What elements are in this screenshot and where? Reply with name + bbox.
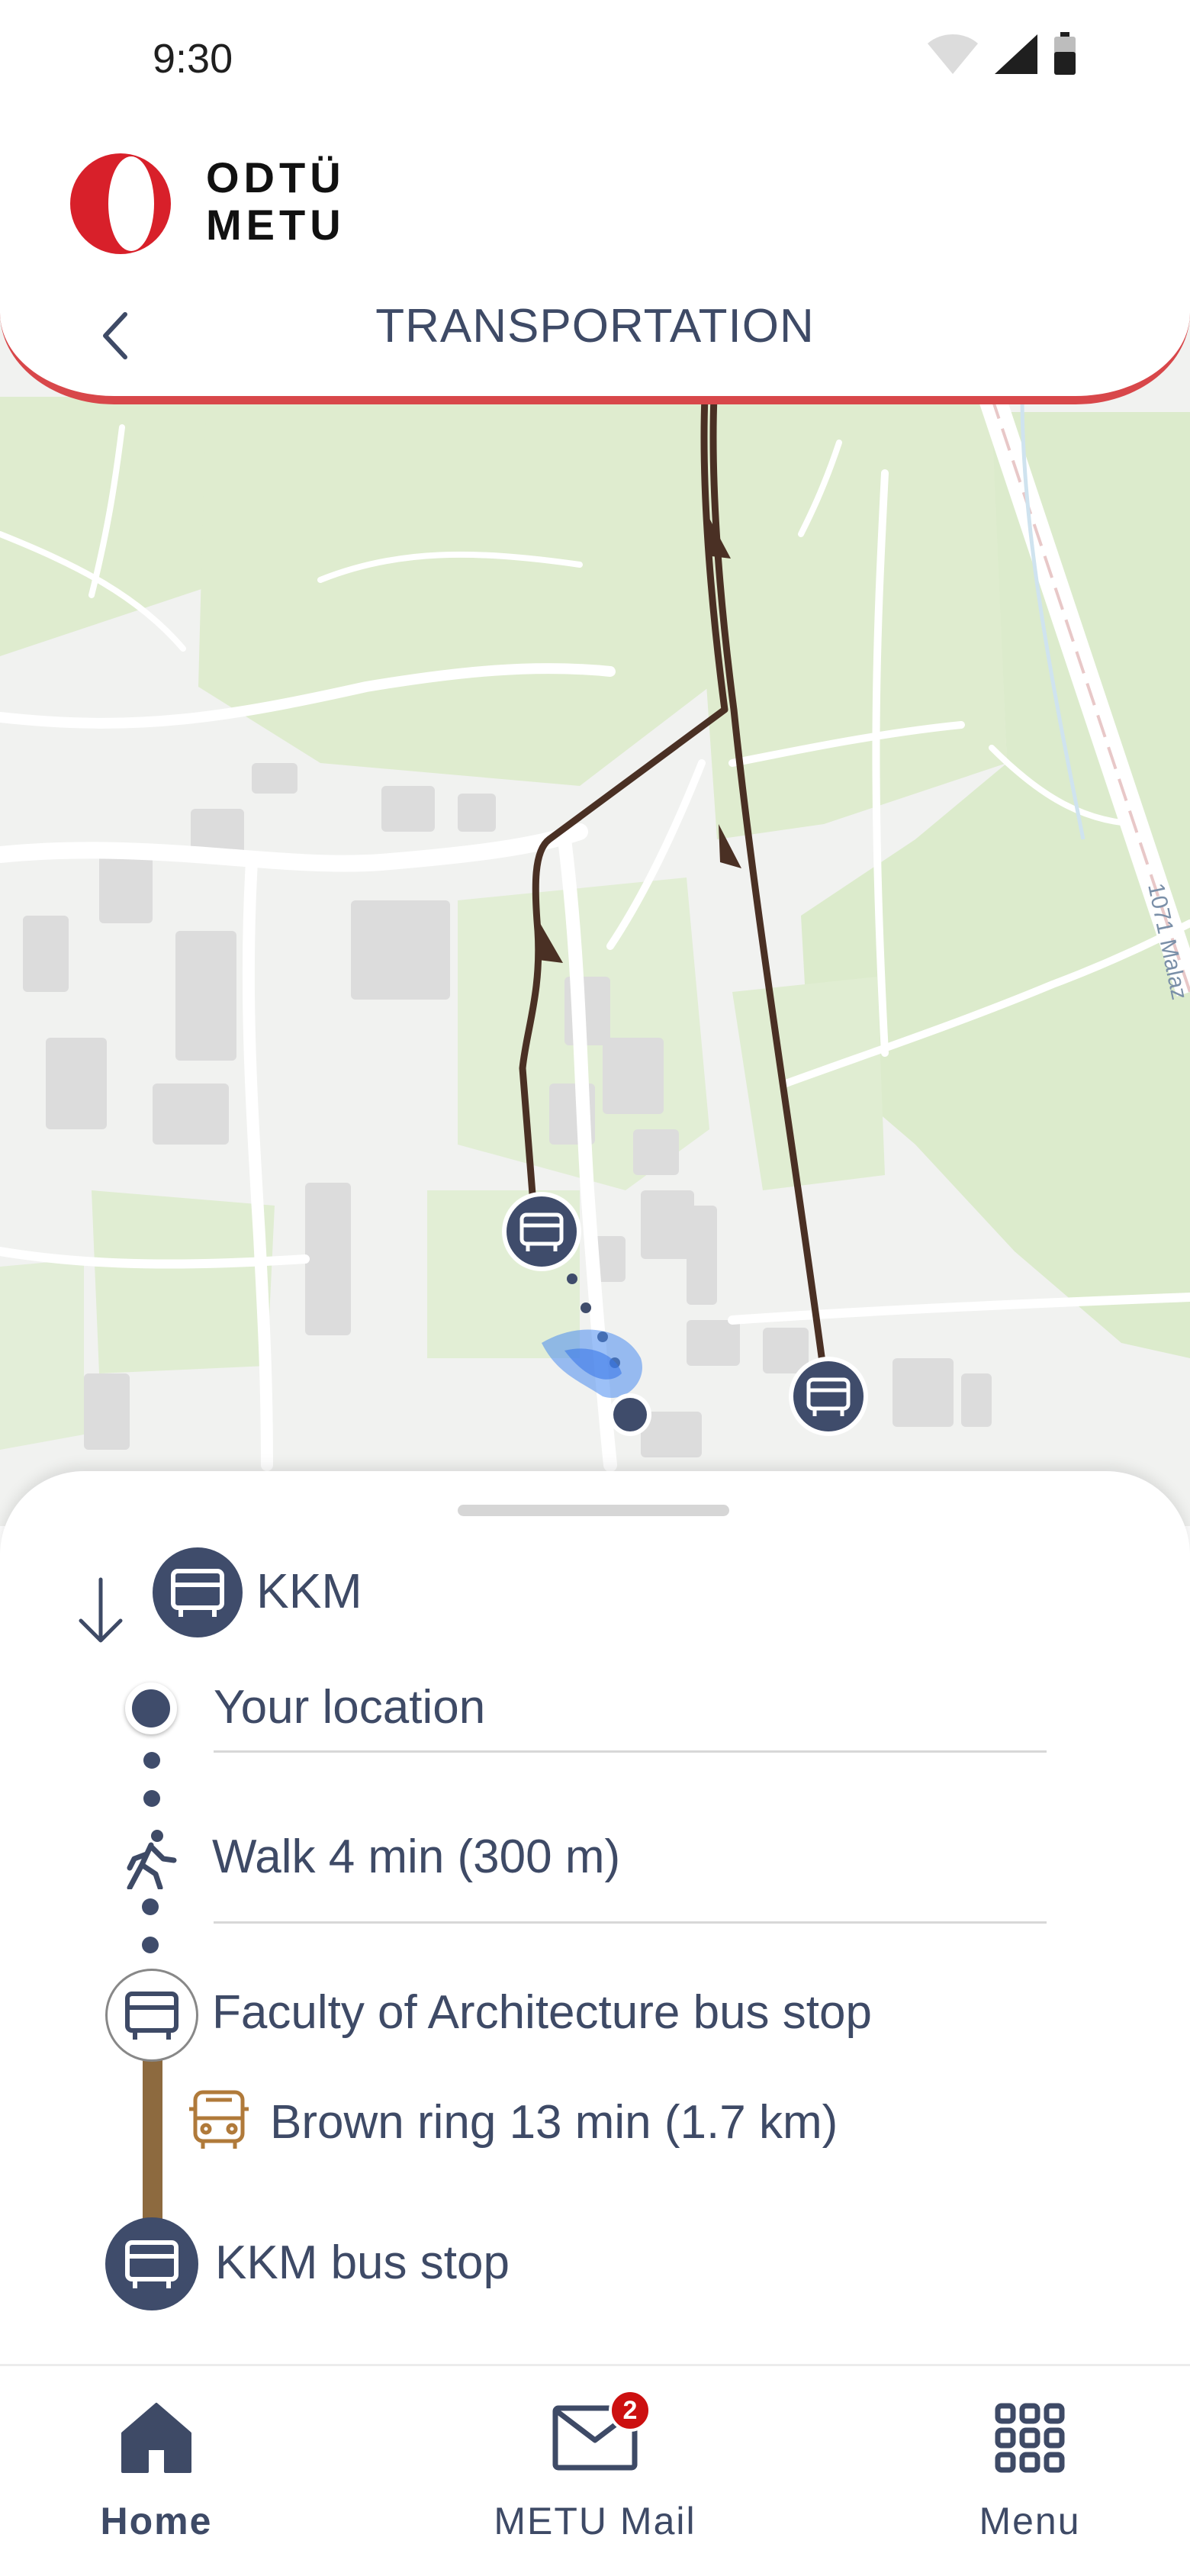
step-ride-label: Brown ring 13 min (1.7 km) (270, 2096, 838, 2149)
brand-line-1: ODTÜ (206, 153, 346, 201)
metu-logo (70, 153, 171, 254)
battery-icon (1054, 32, 1076, 75)
status-time: 9:30 (153, 36, 233, 82)
brown-route-line (143, 2053, 162, 2243)
brand-name: ODTÜ METU (206, 154, 346, 249)
divider (214, 1921, 1047, 1924)
step-walk-label: Walk 4 min (300 m) (212, 1831, 621, 1883)
current-location-dot (125, 1682, 177, 1734)
map-bus-stop-kkm[interactable] (789, 1357, 868, 1436)
step-board-stop-label[interactable]: Faculty of Architecture bus stop (212, 1985, 872, 2040)
cellular-signal-icon (995, 34, 1037, 74)
bus-icon (189, 2090, 249, 2149)
wifi-icon (928, 34, 978, 74)
step-start-label: Your location (214, 1681, 486, 1734)
nav-menu-label: Menu (979, 2500, 1081, 2542)
status-icons (926, 32, 1077, 76)
drag-handle[interactable] (458, 1505, 729, 1516)
mail-icon: 2 (552, 2389, 651, 2484)
path-dot (143, 1752, 160, 1769)
path-dot (142, 1898, 159, 1915)
mail-badge: 2 (609, 2389, 651, 2432)
destination-label: KKM (256, 1563, 362, 1618)
app-header: 9:30 ODTÜ METU TRANSPORTATION (0, 0, 1190, 404)
map-bus-stop-architecture[interactable] (502, 1192, 581, 1271)
arrow-down-icon (79, 1577, 123, 1643)
page-title: TRANSPORTATION (375, 300, 815, 353)
divider (214, 1750, 1047, 1753)
walking-person-icon (127, 1830, 177, 1889)
boarding-stop-icon (105, 1969, 198, 2062)
nav-metu-mail[interactable]: 2 METU Mail (481, 2366, 709, 2576)
end-stop-icon (105, 2217, 198, 2310)
nav-home-label: Home (100, 2500, 213, 2542)
grid-menu-icon (995, 2392, 1065, 2484)
destination-bus-stop-icon (153, 1547, 243, 1637)
brand-line-2: METU (206, 201, 346, 249)
nav-home[interactable]: Home (61, 2366, 252, 2576)
nav-mail-label: METU Mail (494, 2500, 696, 2542)
home-icon (118, 2392, 195, 2484)
path-dot (142, 1937, 159, 1953)
step-end-stop-label[interactable]: KKM bus stop (215, 2236, 510, 2290)
nav-menu[interactable]: Menu (938, 2366, 1121, 2576)
bottom-navigation: Home 2 METU Mail Menu (0, 2364, 1190, 2576)
path-dot (143, 1790, 160, 1807)
